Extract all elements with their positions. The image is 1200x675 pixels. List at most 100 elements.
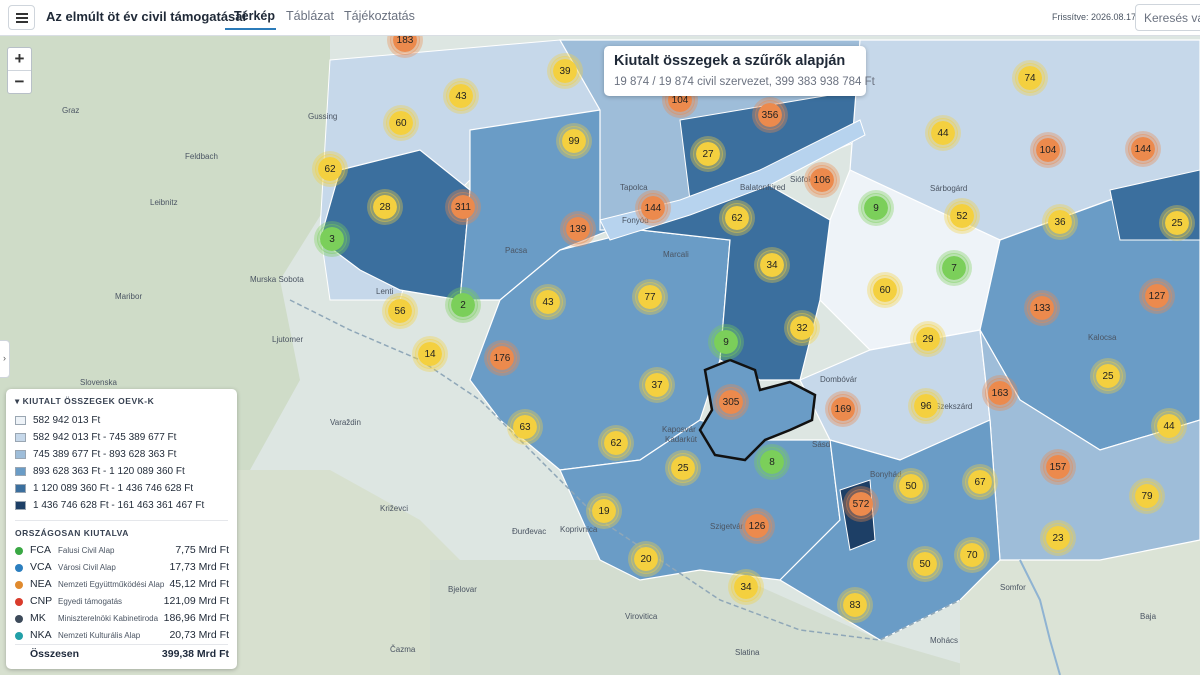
place-label: Somfor xyxy=(1000,583,1026,592)
cluster-marker[interactable]: 104 xyxy=(1033,135,1063,165)
cluster-marker[interactable]: 2 xyxy=(448,290,478,320)
fund-row-cnp[interactable]: CNP Egyedi támogatás 121,09 Mrd Ft xyxy=(15,595,229,609)
zoom-out-button[interactable]: − xyxy=(8,71,31,93)
cluster-marker[interactable]: 50 xyxy=(910,549,940,579)
cluster-marker[interactable]: 74 xyxy=(1015,63,1045,93)
place-label: Dombóvár xyxy=(820,375,857,384)
cluster-marker[interactable]: 163 xyxy=(985,378,1015,408)
cluster-marker[interactable]: 7 xyxy=(939,253,969,283)
cluster-marker[interactable]: 127 xyxy=(1142,281,1172,311)
cluster-marker[interactable]: 99 xyxy=(559,126,589,156)
fund-row-vca[interactable]: VCA Városi Civil Alap 17,73 Mrd Ft xyxy=(15,561,229,575)
cluster-marker[interactable]: 62 xyxy=(722,203,752,233)
legend-class-label: 745 389 677 Ft - 893 628 363 Ft xyxy=(33,448,177,460)
cluster-marker[interactable]: 36 xyxy=(1045,207,1075,237)
cluster-marker[interactable]: 62 xyxy=(315,154,345,184)
legend-swatch xyxy=(15,449,26,459)
cluster-marker[interactable]: 52 xyxy=(947,201,977,231)
fund-color-dot xyxy=(15,581,23,589)
fund-row-nea[interactable]: NEA Nemzeti Együttműködési Alap 45,12 Mrd … xyxy=(15,578,229,592)
place-label: Murska Sobota xyxy=(250,275,304,284)
cluster-marker[interactable]: 60 xyxy=(870,275,900,305)
search-input[interactable] xyxy=(1135,4,1200,31)
cluster-marker[interactable]: 63 xyxy=(510,412,540,442)
cluster-marker[interactable]: 139 xyxy=(563,214,593,244)
cluster-marker[interactable]: 43 xyxy=(533,287,563,317)
cluster-marker[interactable]: 43 xyxy=(446,81,476,111)
cluster-marker[interactable]: 39 xyxy=(550,56,580,86)
fund-row-fca[interactable]: FCA Falusi Civil Alap 7,75 Mrd Ft xyxy=(15,544,229,558)
cluster-marker[interactable]: 144 xyxy=(638,193,668,223)
cluster-marker[interactable]: 62 xyxy=(601,428,631,458)
cluster-marker[interactable]: 67 xyxy=(965,467,995,497)
sidebar-toggle-button[interactable]: › xyxy=(0,340,10,378)
cluster-marker[interactable]: 34 xyxy=(731,572,761,602)
place-label: Slovenska xyxy=(80,378,117,387)
zoom-in-button[interactable]: + xyxy=(8,48,31,71)
fund-code: CNP xyxy=(30,595,53,607)
place-label: Leibnitz xyxy=(150,198,178,207)
cluster-marker[interactable]: 14 xyxy=(415,339,445,369)
cluster-marker[interactable]: 23 xyxy=(1043,523,1073,553)
legend-swatch xyxy=(15,500,26,510)
cluster-marker[interactable]: 8 xyxy=(757,447,787,477)
tab-tajekoztatas[interactable]: Tájékoztatás xyxy=(344,9,415,23)
cluster-marker[interactable]: 70 xyxy=(957,540,987,570)
cluster-marker[interactable]: 106 xyxy=(807,165,837,195)
cluster-marker[interactable]: 305 xyxy=(716,387,746,417)
cluster-marker[interactable]: 56 xyxy=(385,296,415,326)
cluster-marker[interactable]: 44 xyxy=(1154,411,1184,441)
cluster-marker[interactable]: 572 xyxy=(846,489,876,519)
cluster-marker[interactable]: 133 xyxy=(1027,293,1057,323)
tab-tablazat[interactable]: Táblázat xyxy=(286,9,334,23)
fund-code: FCA xyxy=(30,544,51,556)
cluster-marker[interactable]: 144 xyxy=(1128,134,1158,164)
cluster-marker[interactable]: 9 xyxy=(711,327,741,357)
cluster-marker[interactable]: 157 xyxy=(1043,452,1073,482)
legend-panel: ▾ KIUTALT ÖSSZEGEK OEVK-K 582 942 013 Ft… xyxy=(6,389,237,669)
fund-code: VCA xyxy=(30,561,52,573)
cluster-marker[interactable]: 126 xyxy=(742,511,772,541)
cluster-marker[interactable]: 9 xyxy=(861,193,891,223)
tab-terkep[interactable]: Térkép xyxy=(234,9,275,23)
legend-class-row: 1 436 746 628 Ft - 161 463 361 467 Ft xyxy=(15,498,204,512)
legend-class-label: 1 436 746 628 Ft - 161 463 361 467 Ft xyxy=(33,499,205,511)
cluster-marker[interactable]: 176 xyxy=(487,343,517,373)
cluster-marker[interactable]: 32 xyxy=(787,313,817,343)
cluster-marker[interactable]: 356 xyxy=(755,100,785,130)
cluster-marker[interactable]: 311 xyxy=(448,192,478,222)
fund-row-nka[interactable]: NKA Nemzeti Kulturális Alap 20,73 Mrd Ft xyxy=(15,629,229,643)
place-label: Križevci xyxy=(380,504,409,513)
cluster-marker[interactable]: 27 xyxy=(693,139,723,169)
place-label: Kaposvár xyxy=(662,425,696,434)
cluster-marker[interactable]: 96 xyxy=(911,391,941,421)
fund-color-dot xyxy=(15,615,23,623)
cluster-marker[interactable]: 25 xyxy=(668,453,698,483)
legend-class-row: 1 120 089 360 Ft - 1 436 746 628 Ft xyxy=(15,481,193,495)
cluster-marker[interactable]: 83 xyxy=(840,590,870,620)
cluster-marker[interactable]: 44 xyxy=(928,118,958,148)
legend-class-label: 582 942 013 Ft xyxy=(33,414,101,426)
cluster-marker[interactable]: 28 xyxy=(370,192,400,222)
cluster-marker[interactable]: 20 xyxy=(631,544,661,574)
cluster-marker[interactable]: 77 xyxy=(635,282,665,312)
cluster-marker[interactable]: 3 xyxy=(317,224,347,254)
menu-button[interactable] xyxy=(8,5,35,30)
fund-row-mk[interactable]: MK Miniszterelnöki Kabinetiroda 186,96 Mrd… xyxy=(15,612,229,626)
legend-heading[interactable]: ▾ KIUTALT ÖSSZEGEK OEVK-K xyxy=(15,396,154,407)
fund-name: Miniszterelnöki Kabinetiroda xyxy=(58,614,159,623)
cluster-marker[interactable]: 79 xyxy=(1132,481,1162,511)
cluster-marker[interactable]: 169 xyxy=(828,394,858,424)
cluster-marker[interactable]: 37 xyxy=(642,370,672,400)
cluster-marker[interactable]: 25 xyxy=(1093,361,1123,391)
total-row: Összesen 399,38 Mrd Ft xyxy=(15,648,229,662)
cluster-marker[interactable]: 19 xyxy=(589,496,619,526)
cluster-marker[interactable]: 34 xyxy=(757,250,787,280)
cluster-marker[interactable]: 60 xyxy=(386,108,416,138)
cluster-marker[interactable]: 50 xyxy=(896,471,926,501)
active-tab-indicator xyxy=(225,28,276,30)
cluster-marker[interactable]: 29 xyxy=(913,324,943,354)
cluster-marker[interactable]: 25 xyxy=(1162,208,1192,238)
place-label: Balatonfüred xyxy=(740,183,786,192)
fund-name: Városi Civil Alap xyxy=(58,563,116,572)
